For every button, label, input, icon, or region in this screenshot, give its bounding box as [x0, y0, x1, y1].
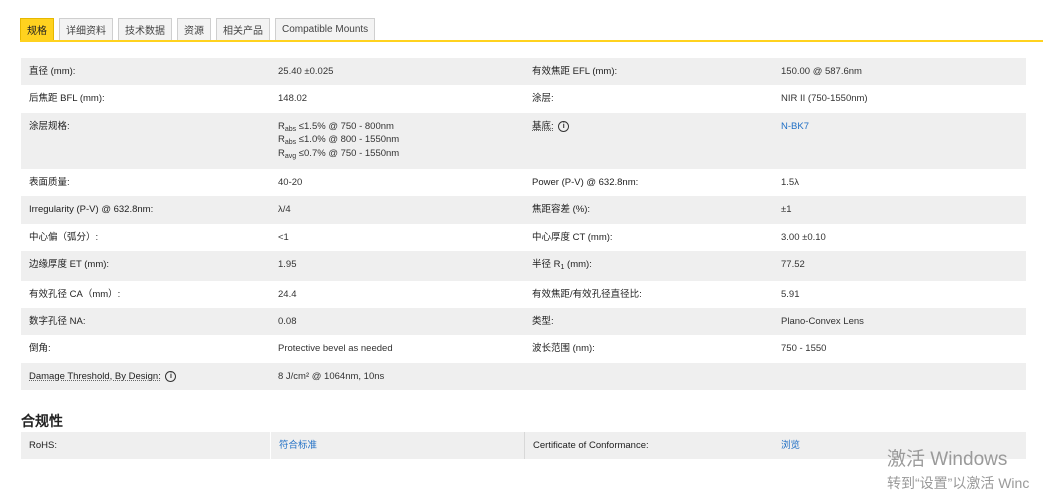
spec-label: 后焦距 BFL (mm): — [29, 93, 105, 105]
spec-value: 0.08 — [278, 315, 297, 327]
spec-value: ±1 — [781, 204, 792, 216]
spec-value: 1.5λ — [781, 176, 799, 188]
certificate-label: Certificate of Conformance: — [524, 432, 773, 460]
damage-threshold-label: Damage Threshold, By Design: i — [21, 363, 270, 390]
spec-value: 148.02 — [278, 93, 308, 105]
spec-value: NIR II (750-1550nm) — [781, 93, 868, 105]
table-row: RoHS: 符合标准 Certificate of Conformance: 浏… — [21, 432, 1026, 460]
rohs-link[interactable]: 符合标准 — [270, 432, 524, 460]
spec-label: 有效焦距 EFL (mm): — [532, 66, 618, 77]
spec-label: 类型: — [532, 315, 554, 327]
rohs-label: RoHS: — [29, 440, 57, 451]
table-row: Damage Threshold, By Design: i 8 J/cm² @… — [21, 362, 1026, 391]
spec-label: 涂层规格: — [29, 120, 70, 132]
table-row: 边缘厚度 ET (mm): 1.95 半径 R1 (mm): 77.52 — [21, 251, 1026, 281]
spec-label: 数字孔径 NA: — [29, 315, 86, 327]
spec-value: 150.00 @ 587.6nm — [781, 66, 862, 77]
table-row: 涂层规格: Rabs ≤1.5% @ 750 - 800nm Rabs ≤1.0… — [21, 112, 1026, 169]
spec-value: 77.52 — [781, 259, 805, 271]
spec-value: <1 — [278, 231, 289, 243]
spec-label: 中心厚度 CT (mm): — [532, 231, 613, 243]
tab-resources[interactable]: 资源 — [177, 18, 211, 40]
info-icon[interactable]: i — [558, 120, 570, 132]
compliance-title: 合规性 — [21, 413, 63, 429]
compliance-table: RoHS: 符合标准 Certificate of Conformance: 浏… — [21, 432, 1026, 460]
tab-technical-data[interactable]: 技术数据 — [118, 18, 172, 40]
table-row: 数字孔径 NA: 0.08 类型: Plano-Convex Lens — [21, 307, 1026, 336]
empty-cell — [773, 363, 1026, 390]
table-row: 直径 (mm): 25.40 ±0.025 有效焦距 EFL (mm): 150… — [21, 58, 1026, 86]
spec-label: 焦距容差 (%): — [532, 204, 591, 216]
spec-value: 25.40 ±0.025 — [278, 66, 334, 77]
spec-label: 半径 R1 (mm): — [532, 259, 592, 272]
spec-label: Irregularity (P-V) @ 632.8nm: — [29, 204, 154, 216]
spec-label: 中心偏（弧分）: — [29, 231, 99, 243]
coating-spec-value: Rabs ≤1.5% @ 750 - 800nm Rabs ≤1.0% @ 80… — [270, 113, 524, 169]
spec-label: 直径 (mm): — [29, 66, 76, 77]
spec-value: 5.91 — [781, 288, 800, 300]
table-row: 有效孔径 CA（mm）: 24.4 有效焦距/有效孔径直径比: 5.91 — [21, 280, 1026, 308]
certificate-browse-link[interactable]: 浏览 — [773, 432, 1026, 459]
coating-line: Ravg ≤0.7% @ 750 - 1550nm — [278, 147, 400, 160]
tab-details[interactable]: 详细资料 — [59, 18, 113, 40]
table-row: 倒角: Protective bevel as needed 波长范围 (nm)… — [21, 335, 1026, 363]
coating-line: Rabs ≤1.0% @ 800 - 1550nm — [278, 134, 400, 147]
watermark-line: 转到“设置”以激活 Winc — [887, 475, 1030, 491]
spec-value: Protective bevel as needed — [278, 343, 393, 355]
spec-value: 1.95 — [278, 259, 297, 271]
substrate-link[interactable]: N-BK7 — [773, 113, 1026, 169]
spec-label: 表面质量: — [29, 176, 70, 188]
spec-value: 750 - 1550 — [781, 343, 827, 355]
spec-value: 40-20 — [278, 176, 303, 188]
spec-value: λ/4 — [278, 204, 291, 216]
table-row: 表面质量: 40-20 Power (P-V) @ 632.8nm: 1.5λ — [21, 168, 1026, 197]
table-row: 后焦距 BFL (mm): 148.02 涂层: NIR II (750-155… — [21, 85, 1026, 113]
tab-specs[interactable]: 规格 — [20, 18, 54, 40]
tab-underline — [20, 40, 1043, 42]
spec-label: 倒角: — [29, 343, 51, 355]
tab-bar: 规格 详细资料 技术数据 资源 相关产品 Compatible Mounts — [20, 18, 376, 40]
spec-value: Plano-Convex Lens — [781, 315, 864, 327]
info-icon[interactable]: i — [165, 370, 177, 382]
spec-label: Power (P-V) @ 632.8nm: — [532, 176, 639, 188]
spec-label: 涂层: — [532, 93, 554, 105]
tab-compatible-mounts[interactable]: Compatible Mounts — [275, 18, 376, 40]
spec-label: 有效孔径 CA（mm）: — [29, 288, 121, 300]
spec-value: 8 J/cm² @ 1064nm, 10ns — [278, 370, 385, 382]
tab-related-products[interactable]: 相关产品 — [216, 18, 270, 40]
coating-line: Rabs ≤1.5% @ 750 - 800nm — [278, 120, 394, 133]
table-row: Irregularity (P-V) @ 632.8nm: λ/4 焦距容差 (… — [21, 196, 1026, 224]
substrate-label: 基底: i — [524, 113, 773, 169]
spec-label: 有效焦距/有效孔径直径比: — [532, 288, 642, 300]
spec-label: 波长范围 (nm): — [532, 343, 595, 355]
table-row: 中心偏（弧分）: <1 中心厚度 CT (mm): 3.00 ±0.10 — [21, 223, 1026, 252]
spec-table: 直径 (mm): 25.40 ±0.025 有效焦距 EFL (mm): 150… — [21, 58, 1026, 391]
spec-label: 边缘厚度 ET (mm): — [29, 259, 110, 271]
spec-value: 24.4 — [278, 288, 297, 300]
spec-value: 3.00 ±0.10 — [781, 231, 826, 243]
empty-cell — [524, 363, 773, 390]
